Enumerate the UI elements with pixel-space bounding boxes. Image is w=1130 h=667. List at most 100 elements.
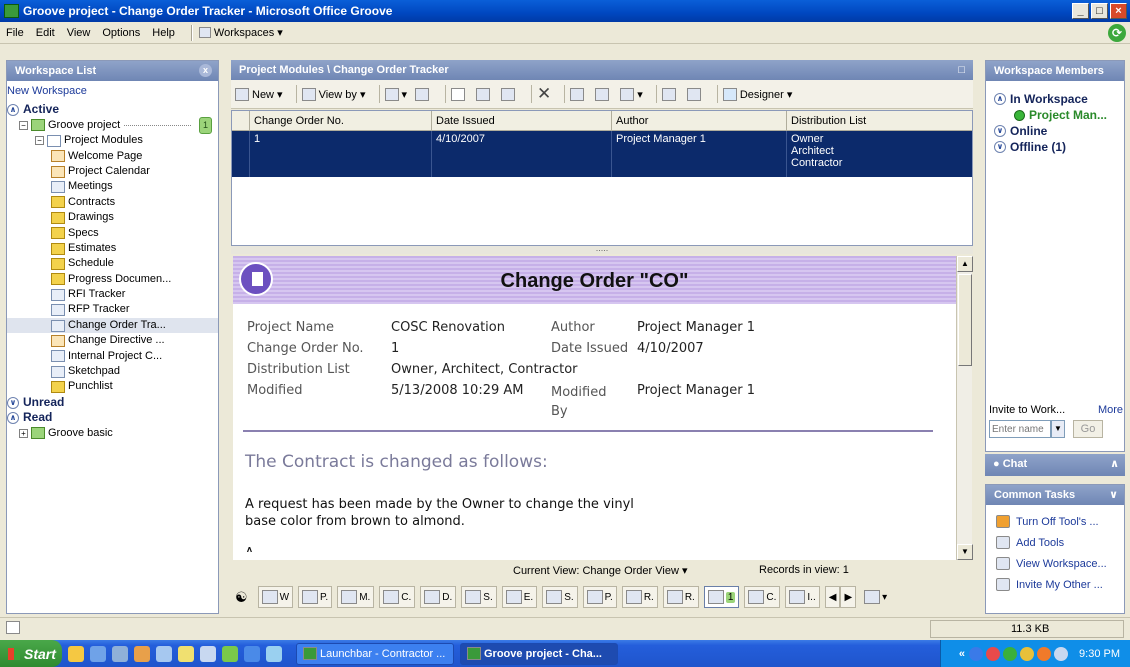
expand-chevron-icon[interactable]: ∨: [994, 125, 1006, 137]
tool-tab[interactable]: E.: [501, 586, 538, 608]
task-invite-other[interactable]: Invite My Other ...: [986, 574, 1124, 595]
member-row[interactable]: Project Man...: [986, 107, 1124, 123]
tree-tool-item[interactable]: Contracts: [7, 195, 218, 210]
scroll-down-arrow-icon[interactable]: ▼: [957, 544, 973, 560]
quick-launch-app4-icon[interactable]: [200, 645, 216, 662]
read-section[interactable]: ∧ Read: [7, 410, 218, 425]
tree-tool-item[interactable]: RFP Tracker: [7, 302, 218, 317]
copy-button[interactable]: [476, 87, 493, 101]
tree-tool-item[interactable]: Estimates: [7, 241, 218, 256]
view-by-button[interactable]: View by ▾: [301, 87, 366, 101]
enter-name-input[interactable]: [989, 420, 1051, 438]
expand-chevron-icon[interactable]: ∨: [994, 141, 1006, 153]
new-workspace-link[interactable]: New Workspace: [7, 84, 218, 99]
tray-alert-icon[interactable]: [986, 646, 1001, 661]
filter-button[interactable]: [415, 87, 432, 101]
workspaces-menu[interactable]: Workspaces ▾: [214, 26, 283, 39]
row-selector[interactable]: [232, 131, 250, 177]
current-view-selector[interactable]: Current View: Change Order View ▾: [513, 564, 687, 577]
tool-tab[interactable]: R.: [621, 586, 658, 608]
menu-file[interactable]: File: [6, 27, 24, 39]
tree-tool-item[interactable]: Progress Documen...: [7, 272, 218, 287]
table-row[interactable]: 1 4/10/2007 Project Manager 1 Owner Arch…: [232, 131, 972, 177]
menu-view[interactable]: View: [67, 27, 91, 39]
collapse-toggle-icon[interactable]: −: [35, 136, 44, 146]
in-workspace-section[interactable]: ∧ In Workspace: [986, 91, 1124, 107]
form-vertical-scrollbar[interactable]: ▲ ▼: [956, 256, 973, 560]
quick-launch-app6-icon[interactable]: [244, 645, 260, 662]
quick-launch-app2-icon[interactable]: [156, 645, 172, 662]
tree-tool-item[interactable]: Sketchpad: [7, 364, 218, 379]
tree-tool-item[interactable]: RFI Tracker: [7, 287, 218, 302]
tree-tool-item[interactable]: Meetings: [7, 179, 218, 194]
menu-edit[interactable]: Edit: [36, 27, 55, 39]
column-header-change-order-no[interactable]: Change Order No.: [250, 111, 432, 130]
go-button[interactable]: Go: [1073, 420, 1103, 438]
tray-app-icon[interactable]: [1020, 646, 1035, 661]
quick-launch-firefox-icon[interactable]: [134, 645, 150, 662]
collapse-chevron-icon[interactable]: ∧: [994, 93, 1006, 105]
taskbar-launchbar[interactable]: Launchbar - Contractor ...: [296, 642, 454, 665]
minimize-button[interactable]: _: [1072, 3, 1089, 19]
expand-all-button[interactable]: [661, 87, 679, 101]
paste-button[interactable]: [501, 87, 518, 101]
tree-tool-item[interactable]: Specs: [7, 226, 218, 241]
tray-volume-icon[interactable]: [1054, 646, 1069, 661]
new-button[interactable]: New ▾: [235, 87, 283, 101]
close-panel-icon[interactable]: x: [199, 64, 212, 77]
name-dropdown-button[interactable]: ▼: [1051, 420, 1065, 438]
tray-expand-chevron[interactable]: «: [959, 648, 965, 660]
tree-tool-item[interactable]: Change Directive ...: [7, 333, 218, 348]
more-link[interactable]: More: [1098, 404, 1123, 416]
collapse-chevron-icon[interactable]: ∨: [1109, 485, 1118, 505]
chat-expand-icon[interactable]: ∧: [1110, 454, 1119, 476]
task-add-tools[interactable]: Add Tools: [986, 532, 1124, 553]
tree-tool-item[interactable]: Punchlist: [7, 379, 218, 394]
cut-button[interactable]: [451, 87, 468, 101]
quick-launch-app3-icon[interactable]: [178, 645, 194, 662]
scroll-tools-left-button[interactable]: ◀: [824, 586, 841, 608]
popout-icon[interactable]: □: [958, 60, 965, 80]
quick-launch-app7-icon[interactable]: [266, 645, 282, 662]
maximize-button[interactable]: □: [1091, 3, 1108, 19]
tool-tab[interactable]: P.: [582, 586, 617, 608]
active-section[interactable]: ∧ Active: [7, 102, 218, 117]
delete-button[interactable]: ✕: [537, 84, 551, 104]
start-button[interactable]: Start: [0, 640, 62, 667]
tree-tool-item[interactable]: Schedule: [7, 256, 218, 271]
find-button[interactable]: ▾: [384, 87, 407, 101]
tool-tab[interactable]: S.: [542, 586, 578, 608]
taskbar-groove-project[interactable]: Groove project - Cha...: [460, 642, 618, 665]
tray-network-icon[interactable]: [969, 646, 984, 661]
online-section[interactable]: ∨ Online: [986, 123, 1124, 139]
mark-read-button[interactable]: [570, 87, 587, 101]
home-icon[interactable]: ☯: [235, 589, 248, 606]
tool-tab[interactable]: R.: [662, 586, 699, 608]
column-header-author[interactable]: Author: [612, 111, 787, 130]
tree-project-modules[interactable]: − Project Modules: [7, 133, 218, 148]
quick-launch-app5-icon[interactable]: [222, 645, 238, 662]
tree-tool-item[interactable]: Welcome Page: [7, 149, 218, 164]
tool-tab[interactable]: C.: [744, 586, 781, 608]
tool-tab[interactable]: W: [257, 586, 294, 608]
tool-tab[interactable]: I..: [785, 586, 820, 608]
quick-launch-app-icon[interactable]: [112, 645, 128, 662]
tray-groove-icon[interactable]: [1003, 646, 1018, 661]
tool-tab[interactable]: C.: [379, 586, 416, 608]
tree-tool-item[interactable]: Project Calendar: [7, 164, 218, 179]
scroll-tools-right-button[interactable]: ▶: [840, 586, 857, 608]
column-header-distribution-list[interactable]: Distribution List: [787, 111, 972, 130]
close-button[interactable]: ×: [1110, 3, 1127, 19]
tree-groove-basic[interactable]: + Groove basic: [7, 426, 218, 441]
tree-groove-project[interactable]: − Groove project 1: [7, 116, 218, 135]
mark-menu-button[interactable]: ▾: [620, 87, 643, 101]
tool-tab[interactable]: S.: [461, 586, 497, 608]
pane-splitter[interactable]: .....: [231, 244, 973, 254]
tool-tab[interactable]: D.: [420, 586, 457, 608]
quick-launch-ie-icon[interactable]: [68, 645, 84, 662]
scroll-thumb[interactable]: [958, 274, 972, 366]
column-header-date-issued[interactable]: Date Issued: [432, 111, 612, 130]
task-turn-off-tools[interactable]: Turn Off Tool's ...: [986, 511, 1124, 532]
menu-options[interactable]: Options: [102, 27, 140, 39]
scroll-up-arrow-icon[interactable]: ▲: [957, 256, 973, 272]
